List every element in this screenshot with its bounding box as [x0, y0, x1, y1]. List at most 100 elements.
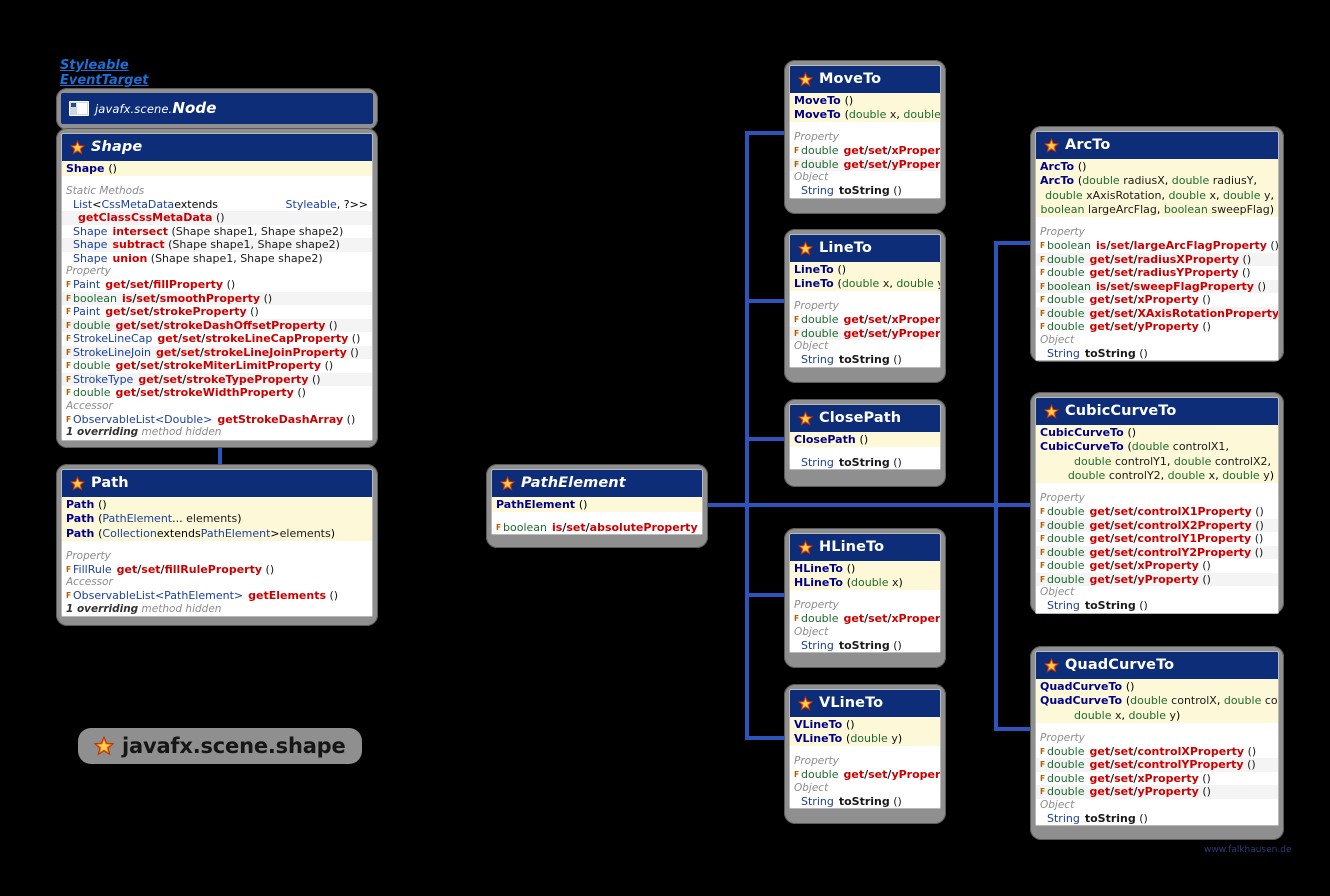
- class-title-cubiccurveto: CubicCurveTo: [1065, 403, 1177, 419]
- member-row: Fdouble get/set/xProperty (): [1036, 771, 1278, 785]
- final-marker: F: [66, 591, 72, 600]
- class-body-path: Path () Path (PathElement... elements) Pat…: [62, 497, 372, 616]
- member-row: List<CssMetaDataextends Styleable, ?>>: [62, 197, 372, 211]
- final-marker: F: [1040, 773, 1046, 783]
- class-box-moveto[interactable]: MoveTo MoveTo () MoveTo (double x, double…: [784, 60, 946, 214]
- member-row: Fdouble get/set/controlY1Property (): [1036, 532, 1278, 546]
- class-title-closepath: ClosePath: [819, 410, 902, 426]
- constructor-row: Path (Collectionextends PathElement > ele…: [66, 526, 336, 540]
- class-box-shape[interactable]: Shape Shape () Static Methods List<CssMeta…: [56, 128, 378, 448]
- member-name: subtract (Shape shape1, Shape shape2): [112, 238, 340, 251]
- member-type: boolean: [73, 291, 117, 305]
- member-type: double: [1047, 306, 1085, 320]
- member-row: F Paint get/set/fillProperty (): [62, 278, 372, 292]
- class-body-arcto: ArcTo () ArcTo (double radiusX, double ra…: [1036, 159, 1278, 360]
- member-row: Fdouble get/set/controlX1Property (): [1036, 505, 1278, 519]
- section-label: Object: [790, 171, 940, 184]
- constructor-row: QuadCurveTo (double controlX, double con…: [1040, 694, 1278, 707]
- member-name: get/set/controlY1Property (): [1089, 532, 1264, 545]
- class-title-pathelement: PathElement: [521, 475, 626, 491]
- class-box-lineto[interactable]: LineTo LineTo () LineTo (double x, double…: [784, 229, 946, 383]
- member-row: Fdouble get/set/radiusYProperty (): [1036, 266, 1278, 280]
- final-marker: F: [1040, 547, 1046, 557]
- member-row: Fdouble get/set/strokeWidthProperty (): [62, 386, 372, 400]
- member-name: is/set/largeArcFlagProperty (): [1095, 239, 1279, 252]
- member-type: StrokeType: [73, 372, 134, 386]
- final-marker: [794, 795, 801, 809]
- constructor-block: LineTo ()LineTo (double x, double y): [790, 262, 940, 291]
- class-box-quadcurveto[interactable]: QuadCurveTo QuadCurveTo () QuadCurveTo (d…: [1030, 646, 1284, 840]
- section-label: Object: [790, 781, 940, 795]
- class-title-vlineto: VLineTo: [819, 695, 884, 711]
- member-name: getElements (): [248, 589, 339, 602]
- member-row: String toString (): [790, 794, 940, 809]
- class-box-hlineto[interactable]: HLineTo HLineTo () HLineTo (double x) Prop…: [784, 528, 946, 668]
- member-name: is/set/smoothProperty (): [121, 291, 273, 305]
- section-label: Property: [790, 755, 940, 768]
- member-row: Fdouble get/set/yProperty (): [1036, 320, 1278, 334]
- constructor-block: Shape (): [62, 161, 372, 176]
- member-type: boolean: [1047, 279, 1091, 293]
- spacer: [492, 511, 702, 521]
- final-marker: F: [1040, 561, 1046, 570]
- constructor-row: LineTo (double x, double y): [794, 277, 940, 290]
- member-name: get/set/controlX1Property (): [1089, 505, 1264, 518]
- member-type: StrokeLineJoin: [73, 345, 151, 359]
- member-name: get/set/controlY2Property (): [1089, 545, 1264, 559]
- member-name: get/set/yProperty (): [1089, 320, 1211, 333]
- constructor-row: CubicCurveTo (): [1040, 425, 1137, 439]
- final-marker: F: [1040, 787, 1046, 796]
- member-type: StrokeLineCap: [73, 332, 153, 345]
- star-icon: [797, 695, 814, 711]
- final-marker: [794, 184, 801, 198]
- class-box-arcto[interactable]: ArcTo ArcTo () ArcTo (double radiusX, dou…: [1030, 126, 1284, 362]
- member-name: get/set/strokeLineJoinProperty (): [155, 345, 359, 359]
- member-row: Fdouble get/set/xProperty (): [1036, 559, 1278, 573]
- section-label: Property: [790, 300, 940, 313]
- member-row: Fboolean is/set/smoothProperty (): [62, 291, 372, 305]
- member-type: double: [801, 157, 839, 171]
- final-marker: F: [1040, 574, 1046, 584]
- member-name: get/set/controlYProperty (): [1089, 758, 1256, 771]
- member-row: String toString (): [1036, 346, 1278, 361]
- final-marker: [794, 353, 801, 367]
- class-box-node[interactable]: javafx.scene.Node: [56, 88, 378, 130]
- member-row: Fboolean is/set/absoluteProperty (): [492, 520, 702, 534]
- final-marker: F: [1040, 534, 1046, 543]
- member-name: is/set/absoluteProperty (): [551, 520, 702, 534]
- member-row: Fdouble get/set/XAxisRotationProperty (): [1036, 306, 1279, 320]
- final-marker: [1040, 347, 1047, 361]
- member-type: double: [1047, 532, 1085, 545]
- constructor-row: double xAxisRotation, double x, double y…: [1045, 188, 1274, 202]
- member-name: get/set/xProperty (): [843, 144, 941, 157]
- constructor-block: CubicCurveTo () CubicCurveTo (double cont…: [1036, 425, 1278, 483]
- constructor-row: Path (PathElement... elements): [66, 512, 242, 525]
- member-row: Fdouble get/set/xProperty (): [790, 612, 940, 626]
- class-box-closepath[interactable]: ClosePath ClosePath () String toString (): [784, 399, 946, 487]
- constructor-row: LineTo (): [794, 262, 847, 276]
- class-header-shape: Shape: [62, 134, 372, 161]
- class-box-cubiccurveto[interactable]: CubicCurveTo CubicCurveTo () CubicCurveTo…: [1030, 392, 1284, 614]
- final-marker: [794, 639, 801, 653]
- star-icon: [1043, 137, 1060, 153]
- constructor-row: Shape (): [66, 161, 117, 175]
- member-row: Fdouble get/set/yProperty (): [1036, 572, 1278, 586]
- member-type: Paint: [73, 278, 101, 291]
- class-box-path[interactable]: Path Path () Path (PathElement... element…: [56, 464, 378, 626]
- supertype-list: Styleable EventTarget: [60, 58, 149, 88]
- member-type: double: [1047, 758, 1085, 771]
- member-name: get/set/yProperty (): [843, 768, 941, 781]
- class-box-vlineto[interactable]: VLineTo VLineTo () VLineTo (double y) Prop…: [784, 684, 946, 824]
- star-icon: [69, 139, 86, 155]
- constructor-row: boolean largeArcFlag, boolean sweepFlag): [1040, 203, 1274, 216]
- section-label: Accessor: [62, 576, 372, 589]
- final-marker: F: [1040, 268, 1046, 277]
- member-row: F Paint get/set/strokeProperty (): [62, 305, 372, 319]
- spacer: [1036, 217, 1278, 226]
- constructor-row: ArcTo (): [1040, 159, 1087, 173]
- member-name: get/set/XAxisRotationProperty (): [1089, 306, 1279, 320]
- constructor-row: PathElement (): [496, 497, 588, 511]
- constructor-row: HLineTo (double x): [794, 576, 903, 589]
- class-box-pathelement[interactable]: PathElement PathElement () Fboolean is/set…: [486, 464, 708, 548]
- member-type: Shape: [73, 251, 108, 265]
